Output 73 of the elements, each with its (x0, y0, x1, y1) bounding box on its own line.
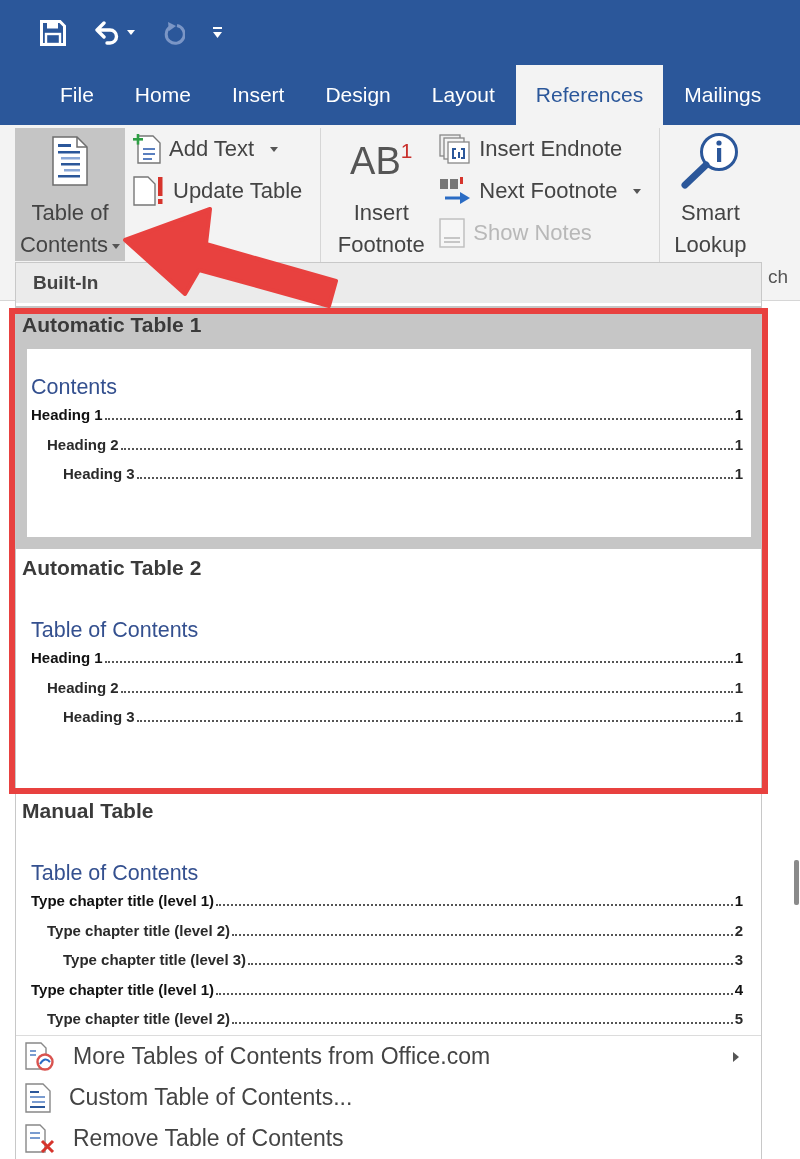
undo-icon (94, 20, 120, 45)
gallery-item[interactable]: Manual Table Table of Contents Type chapter title (level 1) 1 Type chapter title (level 2) 2 Type chapter title (level 3) 3 Type chapter title (level 1) 4 Type chapter title (level 2) 5 (16, 792, 761, 1035)
page-globe-icon (25, 1041, 55, 1072)
page-number: 1 (734, 464, 743, 484)
preview-heading: Table of Contents (31, 860, 200, 886)
insert-endnote-button[interactable]: Insert Endnote (439, 128, 642, 170)
caret-icon (633, 188, 642, 194)
preview-heading: Table of Contents (31, 617, 200, 643)
page-number: 1 (734, 707, 743, 727)
submenu-arrow-icon (733, 1051, 739, 1062)
toc-entry: Type chapter title (level 1) (31, 891, 215, 911)
group-label: ch (767, 266, 788, 287)
toc-entry: Heading 1 (31, 648, 103, 668)
page-number: 1 (734, 405, 743, 425)
toc-entry: Heading 2 (47, 434, 119, 455)
redo-icon (163, 20, 185, 45)
undo-button[interactable] (94, 20, 135, 45)
page-number: 1 (734, 891, 743, 911)
ribbon-tab[interactable]: Layout (411, 65, 515, 125)
toc-entry: Type chapter title (level 1) (31, 979, 215, 1000)
page-cross-icon (25, 1123, 55, 1154)
page-plus-icon (133, 134, 161, 164)
footnote-glyph-icon: AB$^{1}$ (350, 141, 413, 181)
toc-entry: Type chapter title (level 2) (47, 920, 231, 941)
page-list-icon (52, 136, 88, 186)
toc-entry: Heading 2 (47, 677, 119, 698)
caret-icon (127, 30, 135, 35)
toc-entry: Type chapter title (level 3) (63, 950, 247, 970)
remove-table-menu-item[interactable]: Remove Table of Contents (16, 1118, 761, 1159)
customize-toolbar-button[interactable] (213, 27, 222, 38)
toc-entry: Heading 3 (63, 707, 135, 727)
page-number: 1 (734, 434, 743, 455)
more-tables-menu-item[interactable]: More Tables of Contents from Office.com (16, 1036, 761, 1077)
page-icon (439, 218, 466, 248)
ribbon-tab[interactable]: Design (305, 65, 411, 125)
ribbon-tab[interactable]: Home (114, 65, 211, 125)
toc-entry: Heading 3 (63, 464, 135, 484)
save-icon (40, 19, 66, 46)
page-number: 3 (734, 950, 743, 970)
smart-lookup-button[interactable]: Smart Lookup (666, 128, 755, 261)
page-number: 1 (734, 648, 743, 668)
insert-footnote-button[interactable]: AB$^{1}$ Insert Footnote (331, 128, 432, 261)
ribbon-tab[interactable]: File (40, 65, 114, 125)
page-number: 1 (734, 677, 743, 698)
gallery-item[interactable]: Automatic Table 1 Contents Heading 1 1 Heading 2 1 Heading 3 1 (16, 306, 761, 549)
magnifier-info-icon (680, 132, 741, 190)
table-of-contents-button[interactable]: Table of Contents (15, 128, 125, 261)
scrollbar-thumb[interactable] (794, 860, 799, 905)
page-number: 4 (734, 979, 743, 1000)
toc-entry: Type chapter title (level 2) (47, 1009, 231, 1029)
next-footnote-button[interactable]: Next Footnote (439, 170, 642, 212)
page-lines-icon (25, 1082, 51, 1113)
toc-entry: Heading 1 (31, 405, 103, 425)
page-exclamation-icon (133, 176, 165, 206)
ribbon-tab[interactable]: References (515, 65, 664, 125)
preview-heading: Contents (31, 374, 119, 400)
toolbar-options-icon (213, 27, 222, 38)
caret-icon (270, 146, 279, 152)
gallery-item-title: Automatic Table 1 (22, 314, 203, 336)
page-number: 2 (734, 920, 743, 941)
save-button[interactable] (40, 19, 66, 46)
gallery-item-title: Automatic Table 2 (22, 557, 203, 579)
add-text-button[interactable]: Add Text (133, 128, 303, 170)
gallery-item-title: Manual Table (22, 800, 155, 822)
page-number: 5 (734, 1009, 743, 1029)
gallery-item[interactable]: Automatic Table 2 Table of Contents Heading 1 1 Heading 2 1 Heading 3 1 (16, 549, 761, 792)
page-arrow-icon (439, 177, 472, 205)
ribbon-tab[interactable]: Insert (211, 65, 305, 125)
update-table-button[interactable]: Update Table (133, 170, 303, 212)
stacked-pages-icon (439, 134, 472, 164)
caret-icon (112, 243, 121, 249)
ribbon-tab[interactable]: Mailings (664, 65, 782, 125)
custom-table-menu-item[interactable]: Custom Table of Contents... (16, 1077, 761, 1118)
